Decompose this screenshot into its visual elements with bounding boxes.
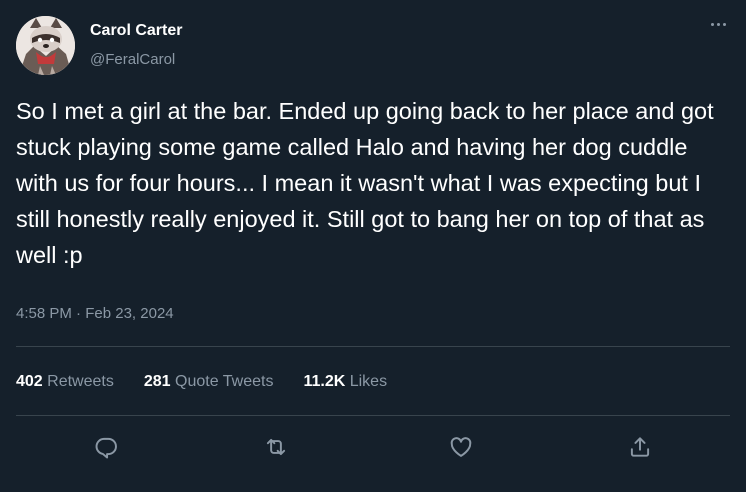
- timestamp-separator: ·: [76, 305, 82, 322]
- more-dot: [716, 22, 720, 26]
- author-handle[interactable]: @FeralCarol: [90, 51, 175, 68]
- reply-icon: [95, 437, 117, 459]
- share-icon: [630, 437, 650, 457]
- raccoon-avatar-icon: [16, 16, 75, 75]
- like-button[interactable]: [445, 431, 477, 463]
- engagement-stats: 402 Retweets 281 Quote Tweets 11.2K Like…: [16, 373, 417, 391]
- likes-count: 11.2K: [303, 373, 346, 390]
- divider: [16, 346, 730, 347]
- retweets-count: 402: [16, 373, 43, 390]
- quote-tweets-count: 281: [143, 373, 171, 390]
- tweet-text: So I met a girl at the bar. Ended up goi…: [16, 98, 714, 268]
- reply-button[interactable]: [90, 431, 122, 463]
- more-dot: [722, 22, 726, 26]
- avatar[interactable]: [16, 16, 75, 75]
- more-options-button[interactable]: [704, 14, 732, 34]
- likes-label: Likes: [349, 373, 388, 390]
- quote-tweets-label: Quote Tweets: [175, 373, 274, 390]
- like-icon: [450, 437, 472, 457]
- author-name[interactable]: Carol Carter: [90, 22, 182, 40]
- tweet-detail: Carol Carter @FeralCarol So I met a girl…: [0, 0, 746, 492]
- retweet-button[interactable]: [260, 431, 292, 463]
- tweet-date[interactable]: Feb 23, 2024: [85, 305, 173, 322]
- retweets-stat[interactable]: 402 Retweets: [16, 373, 114, 391]
- share-button[interactable]: [624, 431, 656, 463]
- divider: [16, 415, 730, 416]
- retweet-icon: [266, 438, 286, 456]
- retweets-label: Retweets: [47, 373, 114, 390]
- quote-tweets-stat[interactable]: 281 Quote Tweets: [144, 373, 274, 391]
- likes-stat[interactable]: 11.2K Likes: [303, 373, 387, 391]
- more-dot: [710, 22, 714, 26]
- timestamp-row: 4:58 PM · Feb 23, 2024: [16, 305, 174, 322]
- tweet-time[interactable]: 4:58 PM: [16, 305, 72, 322]
